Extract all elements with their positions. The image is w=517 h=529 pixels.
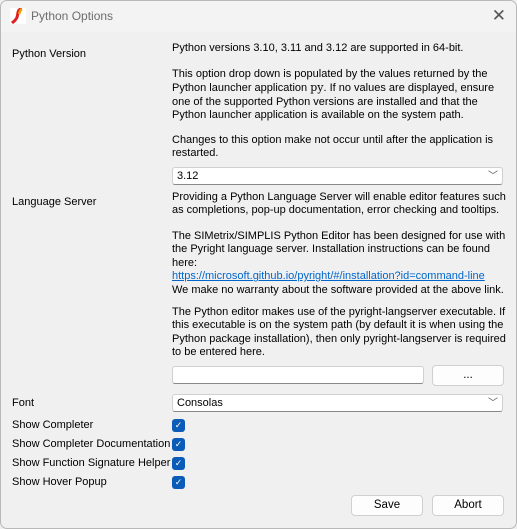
abort-button[interactable]: Abort: [432, 495, 504, 516]
warranty-text: We make no warranty about the software p…: [172, 283, 504, 296]
language-server-label: Language Server: [12, 196, 97, 208]
code-py: py: [310, 81, 324, 95]
python-version-info: Python versions 3.10, 3.11 and 3.12 are …: [172, 42, 464, 54]
selected-font: Consolas: [177, 397, 223, 409]
chevron-down-icon: ﹀: [488, 398, 498, 409]
language-server-path-input[interactable]: [172, 366, 424, 384]
selected-value: 3.12: [177, 170, 199, 182]
title-bar: Python Options ✕: [1, 1, 516, 32]
python-version-description: This option drop down is populated by th…: [172, 68, 512, 123]
font-label: Font: [12, 397, 35, 409]
close-icon[interactable]: ✕: [492, 6, 506, 26]
language-server-info: Providing a Python Language Server will …: [172, 191, 506, 217]
show-function-signature-helper-checkbox[interactable]: ✓: [172, 457, 185, 470]
python-version-select[interactable]: 3.12 ﹀: [172, 167, 503, 185]
chevron-down-icon: ﹀: [488, 171, 498, 182]
restart-note: Changes to this option make not occur un…: [172, 134, 494, 160]
option-label: Show Hover Popup: [12, 476, 107, 488]
option-label: Show Completer Documentation: [12, 438, 171, 450]
save-button[interactable]: Save: [351, 495, 423, 516]
option-label: Show Function Signature Helper: [12, 457, 171, 469]
window-title: Python Options: [31, 9, 114, 23]
font-select[interactable]: Consolas ﹀: [172, 394, 503, 412]
python-version-label: Python Version: [12, 48, 86, 60]
option-label: Show Completer: [12, 419, 94, 431]
pyright-text: The SIMetrix/SIMPLIS Python Editor has b…: [172, 230, 506, 269]
python-options-dialog: Python Options ✕ Python Version Python v…: [0, 0, 517, 529]
simetrix-logo-icon: [10, 7, 26, 25]
show-completer-checkbox[interactable]: ✓: [172, 419, 185, 432]
pyright-info: The SIMetrix/SIMPLIS Python Editor has b…: [172, 230, 512, 297]
show-hover-popup-checkbox[interactable]: ✓: [172, 476, 185, 489]
pyright-install-link[interactable]: https://microsoft.github.io/pyright/#/in…: [172, 270, 485, 282]
show-completer-documentation-checkbox[interactable]: ✓: [172, 438, 185, 451]
browse-button[interactable]: ...: [432, 365, 504, 386]
langserver-note: The Python editor makes use of the pyrig…: [172, 306, 506, 359]
